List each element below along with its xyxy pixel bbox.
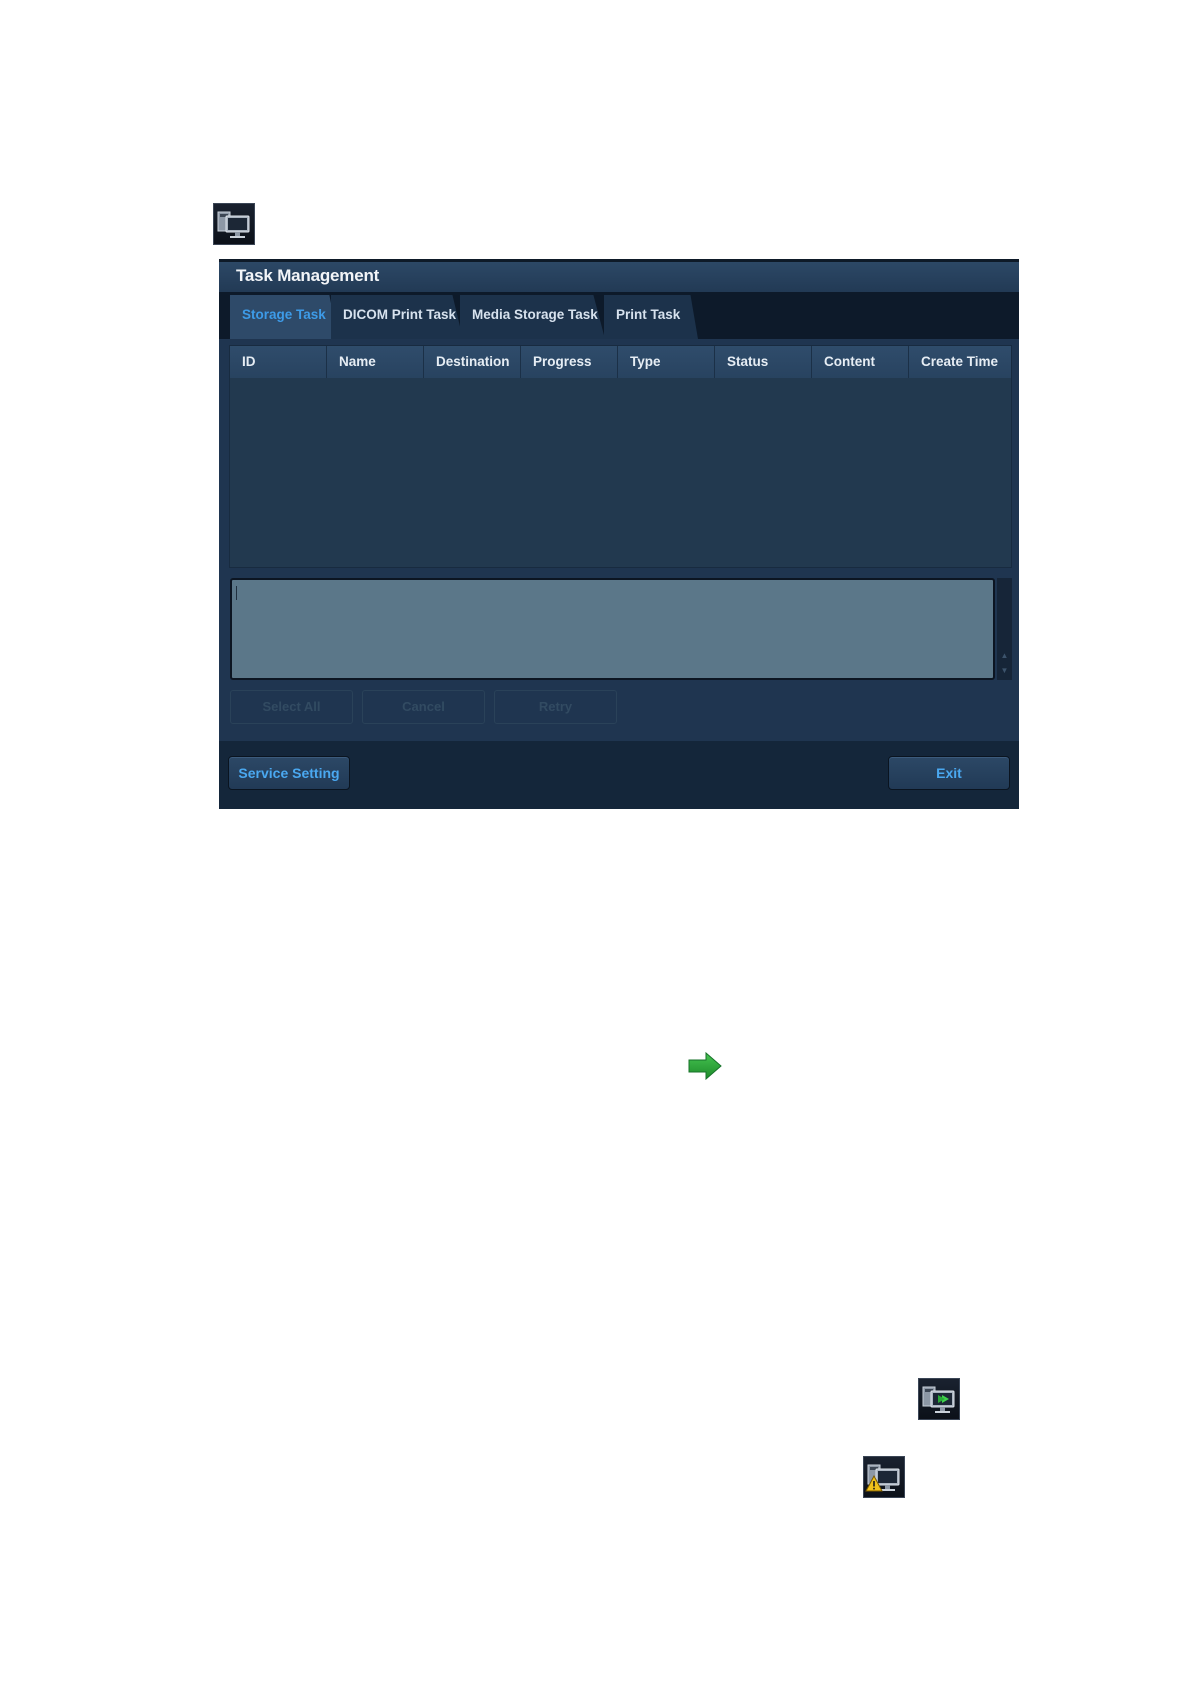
task-manager-idle-icon: [213, 203, 255, 245]
retry-button[interactable]: Retry: [494, 690, 617, 724]
tab-storage-task[interactable]: Storage Task: [230, 295, 338, 339]
tab-content-area: ID Name Destination Progress Type Status…: [219, 339, 1019, 741]
column-header-id[interactable]: ID: [230, 346, 327, 378]
text-caret: [236, 586, 237, 600]
tab-dicom-print-task[interactable]: DICOM Print Task: [331, 295, 463, 339]
service-setting-button[interactable]: Service Setting: [228, 756, 350, 790]
dialog-title: Task Management: [236, 266, 380, 285]
green-arrow-right-icon: [688, 1052, 722, 1080]
tab-print-task[interactable]: Print Task: [604, 295, 698, 339]
table-header: ID Name Destination Progress Type Status…: [230, 346, 1011, 378]
task-manager-warning-icon: [863, 1456, 905, 1498]
task-management-dialog: Task Management Storage Task DICOM Print…: [219, 259, 1019, 809]
task-log-textbox[interactable]: [230, 578, 995, 680]
column-header-create-time[interactable]: Create Time: [909, 346, 1011, 378]
select-all-button[interactable]: Select All: [230, 690, 353, 724]
scroll-up-arrow-icon[interactable]: ▲: [1000, 651, 1009, 660]
log-scrollbar[interactable]: ▲ ▼: [997, 578, 1012, 680]
column-header-status[interactable]: Status: [715, 346, 812, 378]
column-header-type[interactable]: Type: [618, 346, 715, 378]
column-header-progress[interactable]: Progress: [521, 346, 618, 378]
tab-media-storage-task[interactable]: Media Storage Task: [460, 295, 605, 339]
column-header-content[interactable]: Content: [812, 346, 909, 378]
dialog-title-bar: Task Management: [219, 262, 1019, 292]
cancel-button[interactable]: Cancel: [362, 690, 485, 724]
tab-strip: Storage Task DICOM Print Task Media Stor…: [219, 292, 1019, 339]
dialog-footer: Service Setting Exit: [219, 741, 1019, 809]
column-header-name[interactable]: Name: [327, 346, 424, 378]
task-table[interactable]: ID Name Destination Progress Type Status…: [229, 345, 1012, 568]
column-header-destination[interactable]: Destination: [424, 346, 521, 378]
exit-button[interactable]: Exit: [888, 756, 1010, 790]
task-manager-running-icon: [918, 1378, 960, 1420]
scroll-down-arrow-icon[interactable]: ▼: [1000, 666, 1009, 675]
